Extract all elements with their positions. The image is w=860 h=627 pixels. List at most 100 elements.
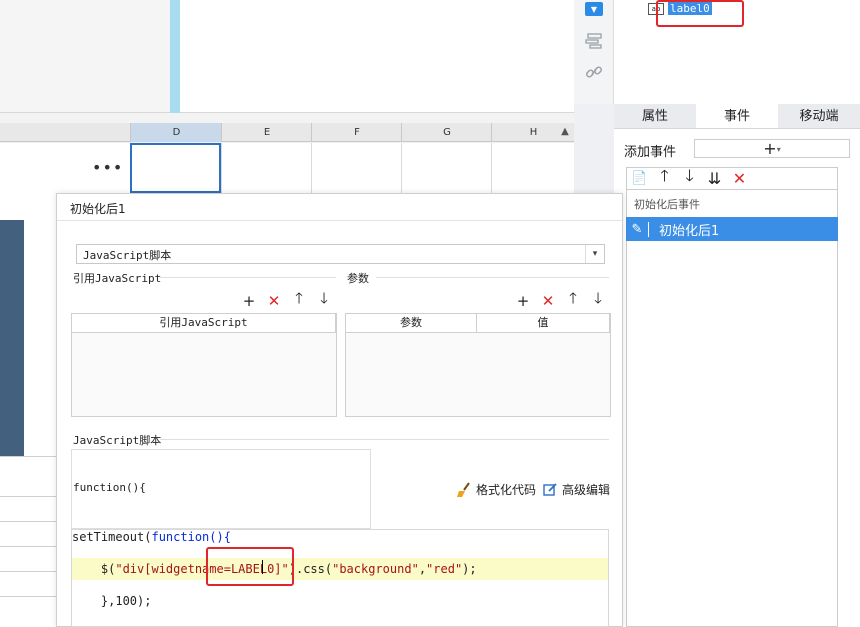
function-header-text: function(){ <box>73 481 146 494</box>
column-header-d[interactable]: D <box>130 123 222 142</box>
row-line <box>0 496 56 497</box>
code-token: ); <box>462 562 477 576</box>
more-options-icon[interactable]: ••• <box>92 158 123 177</box>
format-code-label: 格式化代码 <box>476 483 537 497</box>
code-token: (){ <box>209 530 231 544</box>
event-list <box>626 189 838 627</box>
code-string: "red" <box>426 562 463 576</box>
edit-icon <box>543 483 557 496</box>
plus-icon: + <box>763 139 777 158</box>
delete-icon[interactable]: ✕ <box>731 169 748 188</box>
dialog-title-divider <box>57 220 622 221</box>
params-table-header: 参数 值 <box>346 314 610 333</box>
advanced-edit-button[interactable]: 高级编辑 <box>543 481 610 498</box>
move-down-icon[interactable]: 🡓 <box>590 288 606 313</box>
edit-pencil-icon[interactable]: ✎ <box>626 221 649 237</box>
row-line <box>0 596 56 597</box>
selected-cell[interactable] <box>130 143 221 193</box>
section-divider <box>160 277 336 278</box>
move-down-icon[interactable]: 🡓 <box>316 288 332 313</box>
red-highlight-box <box>206 547 294 586</box>
canvas-gap <box>0 113 574 123</box>
delete-icon[interactable]: ✕ <box>266 292 282 310</box>
row-line <box>0 546 56 547</box>
row-line <box>0 521 56 522</box>
code-keyword: function <box>151 530 210 544</box>
dropdown-icon: ▼ <box>585 2 603 16</box>
tab-mobile[interactable]: 移动端 <box>778 104 860 128</box>
ref-js-column-header[interactable]: 引用JavaScript <box>72 314 336 332</box>
event-item-after-init[interactable]: ✎ 初始化后1 <box>626 217 838 241</box>
move-bottom-icon[interactable]: ⇊ <box>706 169 723 188</box>
params-table[interactable]: 参数 值 <box>345 313 611 417</box>
cell-divider <box>401 143 402 193</box>
code-token: $( <box>72 562 116 576</box>
add-icon[interactable]: + <box>515 292 531 310</box>
sheet-body <box>0 143 574 193</box>
ref-js-table[interactable]: 引用JavaScript <box>71 313 337 417</box>
tab-properties[interactable]: 属性 <box>614 104 696 128</box>
section-divider <box>376 277 609 278</box>
copy-icon[interactable]: 📄 <box>631 171 648 186</box>
layers-tool-button[interactable] <box>584 32 604 50</box>
canvas-page[interactable] <box>180 0 574 113</box>
column-header-f[interactable]: F <box>311 123 402 142</box>
cell-divider <box>311 143 312 193</box>
cell-divider <box>221 143 222 193</box>
column-header-e[interactable]: E <box>221 123 312 142</box>
row-line <box>0 571 56 572</box>
value-column-header[interactable]: 值 <box>477 314 610 332</box>
ref-js-table-header: 引用JavaScript <box>72 314 336 333</box>
side-toolbar: ▼ <box>574 0 614 104</box>
link-icon <box>586 66 602 78</box>
code-line-1: setTimeout(function(){ <box>72 526 608 548</box>
cell-divider <box>491 143 492 193</box>
delete-icon[interactable]: ✕ <box>540 292 556 310</box>
move-up-icon[interactable]: 🡑 <box>565 288 581 313</box>
ref-js-section-label: 引用JavaScript <box>73 272 162 285</box>
canvas-left-area <box>0 0 170 113</box>
broom-icon <box>457 481 470 497</box>
param-column-header[interactable]: 参数 <box>346 314 477 332</box>
params-toolbar: + ✕ 🡑 🡓 <box>515 288 606 313</box>
canvas-page-edge <box>170 0 180 113</box>
code-line-3: },100); <box>72 594 152 608</box>
add-event-button[interactable]: +▾ <box>694 139 850 158</box>
dialog-title: 初始化后1 <box>70 202 126 216</box>
caret-down-icon: ▾ <box>776 145 781 154</box>
event-item-label: 初始化后1 <box>659 223 720 239</box>
layers-icon <box>585 33 602 49</box>
add-event-label: 添加事件 <box>624 145 677 160</box>
right-panel-tabs: 属性 事件 移动端 <box>614 104 860 129</box>
code-token: , <box>418 562 427 576</box>
section-divider <box>160 439 609 440</box>
dropdown-tool-button[interactable]: ▼ <box>584 0 604 18</box>
params-section-label: 参数 <box>347 272 369 285</box>
script-section-label: JavaScript脚本 <box>73 434 162 447</box>
code-token: setTimeout( <box>72 530 152 544</box>
chevron-down-icon: ▾ <box>585 245 604 263</box>
column-header-g[interactable]: G <box>401 123 492 142</box>
tab-events[interactable]: 事件 <box>696 104 778 128</box>
format-code-button[interactable]: 格式化代码 <box>456 481 536 498</box>
scroll-up-icon[interactable]: ▲ <box>558 125 572 139</box>
code-string: "background" <box>332 562 419 576</box>
blue-widget-block[interactable] <box>0 220 24 456</box>
event-group-label: 初始化后事件 <box>634 198 700 211</box>
event-toolbar: 📄 🡑 🡓 ⇊ ✕ <box>626 165 838 192</box>
move-up-icon[interactable]: 🡑 <box>291 288 307 313</box>
code-editor[interactable]: setTimeout(function(){ $("div[widgetname… <box>71 529 609 627</box>
add-icon[interactable]: + <box>241 292 257 310</box>
red-highlight-box <box>656 0 744 27</box>
script-type-select[interactable]: JavaScript脚本 ▾ <box>76 244 605 264</box>
ref-js-toolbar: + ✕ 🡑 🡓 <box>241 288 332 313</box>
code-line-2: $("div[widgetname=LABEL0]").css("backgro… <box>72 558 608 580</box>
code-token: ).css( <box>288 562 333 576</box>
link-tool-button[interactable] <box>584 63 604 81</box>
advanced-edit-label: 高级编辑 <box>562 483 611 497</box>
move-up-icon[interactable]: 🡑 <box>656 165 673 192</box>
row-line <box>0 456 56 457</box>
move-down-icon[interactable]: 🡓 <box>681 165 698 192</box>
sheet-column-header: D E F G H ▲ <box>0 123 574 142</box>
script-type-value: JavaScript脚本 <box>83 249 172 262</box>
